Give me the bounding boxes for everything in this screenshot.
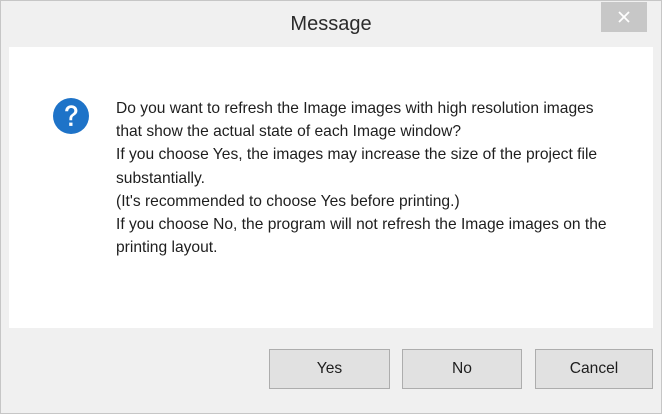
message-panel: Do you want to refresh the Image images …	[9, 47, 653, 328]
dialog-title: Message	[290, 13, 372, 35]
yes-button[interactable]: Yes	[269, 349, 390, 389]
close-button[interactable]	[601, 2, 647, 32]
message-dialog: Message Do you want to refresh the Image…	[0, 0, 662, 414]
title-bar[interactable]: Message	[1, 1, 661, 47]
no-button[interactable]: No	[402, 349, 522, 389]
question-icon	[53, 98, 89, 134]
close-icon	[618, 11, 630, 23]
cancel-button[interactable]: Cancel	[535, 349, 653, 389]
message-text: Do you want to refresh the Image images …	[116, 100, 607, 257]
button-bar: Yes No Cancel	[9, 328, 653, 405]
